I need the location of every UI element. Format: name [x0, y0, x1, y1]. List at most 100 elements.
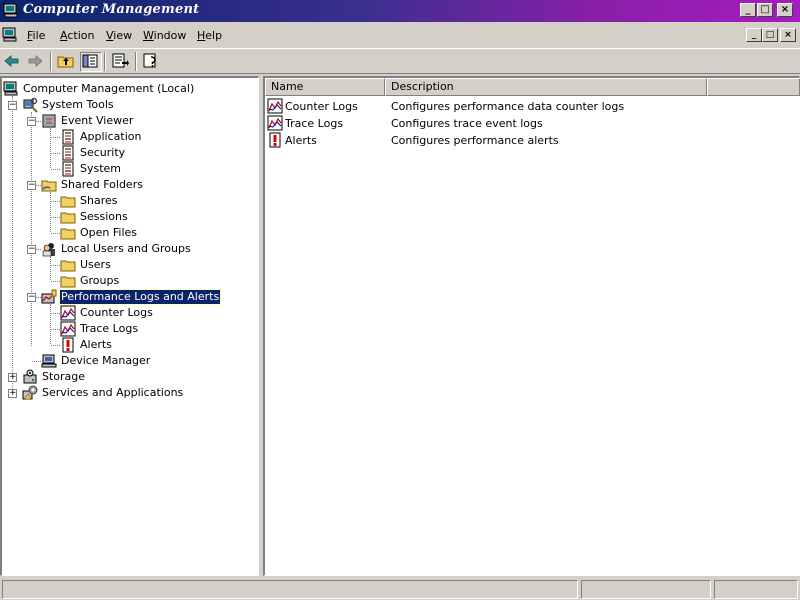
folder-icon — [60, 228, 76, 240]
tree-connector — [51, 137, 60, 138]
item-name: Trace Logs — [285, 117, 344, 130]
alert-icon — [62, 337, 74, 353]
expand-button[interactable]: + — [8, 373, 17, 382]
console-tree[interactable]: Computer Management (Local) − System Too… — [0, 76, 259, 576]
menu-view[interactable]: View — [106, 29, 132, 42]
up-one-level-button[interactable] — [56, 52, 78, 72]
tree-connector — [50, 192, 51, 232]
tree-connector — [31, 112, 32, 346]
maximize-button[interactable]: □ — [757, 3, 773, 17]
tree-label: Counter Logs — [80, 306, 153, 319]
list-item-counter-logs[interactable]: Counter Logs Configures performance data… — [267, 98, 797, 115]
tree-connector — [50, 128, 51, 168]
services-icon — [22, 385, 38, 400]
menu-action[interactable]: Action — [60, 29, 94, 42]
item-description: Configures performance alerts — [391, 134, 559, 147]
tree-label: Shared Folders — [61, 178, 143, 191]
export-list-button[interactable] — [110, 52, 132, 72]
menu-help[interactable]: Help — [197, 29, 222, 42]
tree-label: Storage — [42, 370, 86, 383]
minimize-icon: _ — [745, 4, 751, 15]
tree-connector — [51, 169, 60, 170]
toolbar-separator — [104, 52, 106, 71]
storage-icon — [23, 369, 37, 384]
tree-label: Shares — [80, 194, 118, 207]
up-one-level-icon — [57, 56, 74, 68]
computer-management-icon — [3, 3, 18, 18]
column-header-name[interactable]: Name — [265, 78, 385, 96]
folder-icon — [60, 260, 76, 272]
collapse-button[interactable]: − — [27, 245, 36, 254]
computer-icon — [3, 81, 18, 96]
status-panel-3 — [714, 580, 798, 599]
child-restore-button[interactable]: □ — [762, 28, 778, 42]
tree-connector — [32, 361, 41, 362]
close-button[interactable]: × — [777, 3, 793, 17]
status-panel-2 — [581, 580, 711, 599]
collapse-button[interactable]: − — [27, 117, 36, 126]
tree-label: Users — [80, 258, 111, 271]
close-icon: × — [780, 4, 790, 15]
export-list-icon — [112, 53, 129, 68]
tree-connector — [51, 233, 60, 234]
tree-label: Alerts — [80, 338, 112, 351]
tree-label: Performance Logs and Alerts — [58, 289, 222, 305]
forward-button[interactable] — [25, 52, 47, 72]
tree-label: Sessions — [80, 210, 128, 223]
tree-label: System Tools — [42, 98, 114, 111]
tree-label: Computer Management (Local) — [23, 82, 195, 95]
tree-connector — [51, 265, 60, 266]
collapse-button[interactable]: − — [27, 181, 36, 190]
folder-icon — [60, 212, 76, 224]
menu-window[interactable]: Window — [143, 29, 186, 42]
item-description: Configures trace event logs — [391, 117, 543, 130]
tree-label: Services and Applications — [42, 386, 184, 399]
details-list-view[interactable]: Name Description Counter Logs Configures… — [263, 76, 800, 576]
minimize-icon: _ — [751, 30, 757, 40]
tree-label: Open Files — [80, 226, 138, 239]
menu-bar: File Action View Window Help _ □ × — [0, 24, 800, 46]
tree-connector — [51, 217, 60, 218]
trace-log-icon — [267, 115, 283, 131]
column-header-description[interactable]: Description — [385, 78, 707, 96]
minimize-button[interactable]: _ — [740, 3, 756, 17]
child-minimize-button[interactable]: _ — [746, 28, 762, 42]
console-window-icon[interactable] — [2, 27, 18, 43]
tree-label: Security — [80, 146, 126, 159]
item-description: Configures performance data counter logs — [391, 100, 625, 113]
counter-log-icon — [267, 98, 283, 114]
show-hide-tree-button[interactable] — [80, 52, 102, 72]
tree-connector — [51, 313, 60, 314]
expand-button[interactable]: + — [8, 389, 17, 398]
menu-file[interactable]: File — [27, 29, 45, 42]
back-arrow-icon — [4, 55, 19, 67]
restore-icon: □ — [760, 4, 770, 15]
back-button[interactable] — [2, 52, 24, 72]
tree-label: System — [80, 162, 122, 175]
tree-connector — [12, 96, 13, 390]
tree-label: Event Viewer — [61, 114, 134, 127]
log-file-icon — [62, 161, 74, 177]
help-icon — [143, 53, 156, 68]
list-item-alerts[interactable]: Alerts Configures performance alerts — [267, 132, 797, 149]
column-header-empty — [707, 78, 800, 96]
help-button[interactable] — [141, 52, 163, 72]
tree-label: Trace Logs — [80, 322, 139, 335]
tree-label: Local Users and Groups — [61, 242, 191, 255]
tree-connector — [50, 256, 51, 280]
collapse-button[interactable]: − — [27, 293, 36, 302]
toolbar — [0, 48, 800, 74]
title-bar[interactable]: Computer Management _ □ × — [0, 0, 800, 22]
tree-label: Application — [80, 130, 142, 143]
trace-log-icon — [60, 321, 76, 337]
toolbar-separator — [135, 52, 137, 71]
collapse-button[interactable]: − — [8, 101, 17, 110]
item-name: Counter Logs — [285, 100, 358, 113]
restore-icon: □ — [765, 30, 775, 40]
tree-connector — [51, 329, 60, 330]
system-tools-icon — [23, 97, 38, 113]
list-item-trace-logs[interactable]: Trace Logs Configures trace event logs — [267, 115, 797, 132]
child-close-button[interactable]: × — [780, 28, 796, 42]
log-file-icon — [62, 145, 74, 161]
show-hide-tree-icon — [82, 54, 98, 68]
